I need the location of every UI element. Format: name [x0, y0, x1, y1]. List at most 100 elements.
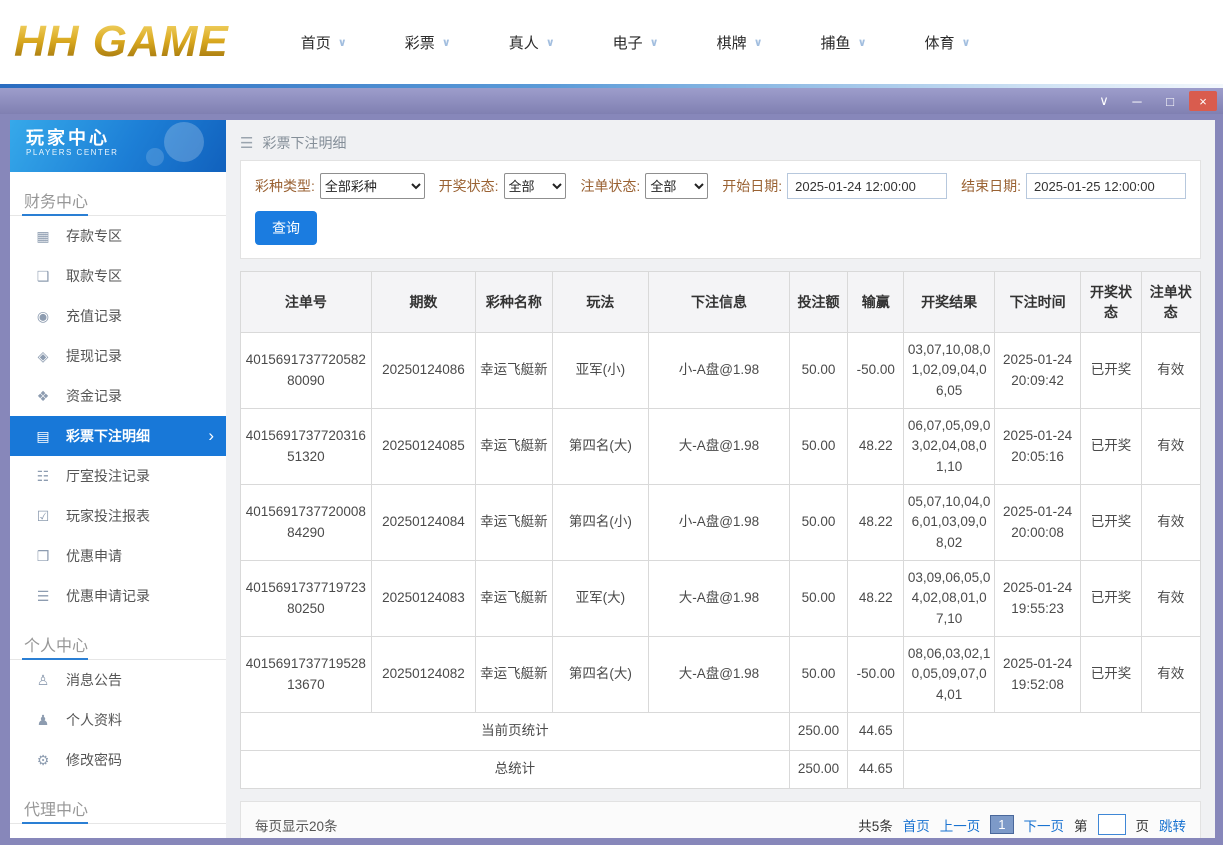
- table-footer: 每页显示20条 共5条 首页 上一页 1 下一页 第 页 跳转: [240, 801, 1201, 838]
- next-page-link[interactable]: 下一页: [1024, 815, 1065, 835]
- window-menu-button[interactable]: ∨: [1090, 91, 1118, 111]
- summary-row-total: 总统计 250.00 44.65: [240, 750, 1201, 789]
- cell-win-loss: 48.22: [847, 484, 905, 561]
- sidebar-item-withdrawal-records[interactable]: ◈ 提现记录: [10, 336, 226, 376]
- sidebar-item-label: 取款专区: [66, 268, 122, 284]
- cell-bet-time: 2025-01-24 19:55:23: [993, 560, 1082, 637]
- nav-item-label: 首页: [300, 34, 331, 52]
- nav-item-label: 体育: [924, 34, 955, 52]
- maximize-button[interactable]: □: [1156, 91, 1184, 111]
- nav-item-chess[interactable]: 棋牌 ∨: [717, 32, 763, 53]
- col-order-status: 注单状态: [1140, 271, 1202, 333]
- sidebar-item-label: 彩票下注明细: [66, 428, 150, 444]
- sidebar-item-label: 消息公告: [66, 672, 122, 688]
- hamburger-icon[interactable]: ☰: [240, 134, 253, 152]
- cell-order-id: 401569173771952813670: [240, 636, 372, 713]
- prev-page-link[interactable]: 上一页: [940, 815, 981, 835]
- nav-item-lottery[interactable]: 彩票 ∨: [405, 32, 451, 53]
- sidebar-item-label: 存款专区: [66, 228, 122, 244]
- chevron-down-icon: ∨: [753, 36, 763, 49]
- nav-item-sports[interactable]: 体育 ∨: [925, 32, 971, 53]
- site-logo[interactable]: HH GAME: [14, 17, 229, 67]
- col-period: 期数: [370, 271, 477, 333]
- first-page-link[interactable]: 首页: [903, 815, 930, 835]
- sidebar-item-recharge-records[interactable]: ◉ 充值记录: [10, 296, 226, 336]
- sidebar-item-change-password[interactable]: ⚙ 修改密码: [10, 740, 226, 780]
- chevron-down-icon: ∨: [649, 36, 659, 49]
- cell-lottery-name: 幸运飞艇新: [475, 332, 553, 409]
- summary-empty: [903, 750, 1201, 789]
- start-date-input[interactable]: [787, 173, 948, 199]
- sidebar-item-lottery-bet-details[interactable]: ▤ 彩票下注明细 ›: [10, 416, 226, 456]
- section-personal-center: 个人中心: [10, 616, 226, 660]
- sidebar-item-promo-apply[interactable]: ❒ 优惠申请: [10, 536, 226, 576]
- cell-lottery-name: 幸运飞艇新: [475, 484, 553, 561]
- cell-bet-time: 2025-01-24 20:05:16: [993, 408, 1082, 485]
- col-order-id: 注单号: [240, 271, 372, 333]
- cell-draw-status: 已开奖: [1080, 560, 1142, 637]
- cell-play: 第四名(大): [551, 636, 650, 713]
- pagination: 共5条 首页 上一页 1 下一页 第 页 跳转: [858, 814, 1186, 835]
- page-title: 彩票下注明细: [262, 135, 347, 151]
- table-row: 401569173772000884290 20250124084 幸运飞艇新 …: [240, 484, 1202, 561]
- screen: HH GAME 首页 ∨ 彩票 ∨ 真人 ∨ 电子 ∨ 棋牌 ∨ 捕鱼 ∨ 体育…: [0, 0, 1223, 845]
- decoration-circle: [146, 148, 164, 166]
- draw-status-select[interactable]: 全部: [503, 173, 567, 199]
- chevron-down-icon: ∨: [857, 36, 867, 49]
- cell-draw-result: 06,07,05,09,03,02,04,08,01,10: [903, 408, 995, 485]
- order-status-select[interactable]: 全部: [645, 173, 709, 199]
- cell-play: 亚军(小): [551, 332, 650, 409]
- nav-item-home[interactable]: 首页 ∨: [301, 32, 347, 53]
- player-bet-report-icon: ☑: [36, 507, 50, 524]
- chevron-down-icon: ∨: [545, 36, 555, 49]
- end-date-label: 结束日期:: [961, 178, 1021, 194]
- close-button[interactable]: ×: [1189, 91, 1217, 111]
- nav-item-label: 彩票: [404, 34, 435, 52]
- window-titlebar: ∨ ─ □ ×: [0, 88, 1223, 114]
- cell-bet-info: 小-A盘@1.98: [648, 484, 790, 561]
- search-button[interactable]: 查询: [255, 211, 317, 245]
- cell-draw-status: 已开奖: [1080, 332, 1142, 409]
- cell-bet-info: 大-A盘@1.98: [648, 408, 790, 485]
- summary-amount: 250.00: [788, 712, 849, 751]
- players-center-header[interactable]: 玩家中心 PLAYERS CENTER: [10, 120, 226, 172]
- sidebar-item-label: 充值记录: [66, 308, 122, 324]
- nav-item-label: 棋牌: [716, 34, 747, 52]
- sidebar-item-withdraw[interactable]: ❑ 取款专区: [10, 256, 226, 296]
- cell-bet-info: 大-A盘@1.98: [648, 636, 790, 713]
- sidebar-item-label: 提现记录: [66, 348, 122, 364]
- sidebar-item-profile[interactable]: ♟ 个人资料: [10, 700, 226, 740]
- page-number-input[interactable]: [1097, 814, 1126, 835]
- announcement-icon: ♙: [36, 671, 50, 688]
- start-date-label: 开始日期:: [722, 178, 783, 194]
- nav-item-fishing[interactable]: 捕鱼 ∨: [821, 32, 867, 53]
- nav-item-slots[interactable]: 电子 ∨: [613, 32, 659, 53]
- cell-draw-status: 已开奖: [1080, 484, 1142, 561]
- jump-link[interactable]: 跳转: [1159, 815, 1186, 835]
- sidebar-item-label: 个人资料: [66, 712, 122, 728]
- summary-win-loss: 44.65: [847, 712, 905, 751]
- main-menu: 首页 ∨ 彩票 ∨ 真人 ∨ 电子 ∨ 棋牌 ∨ 捕鱼 ∨ 体育 ∨: [301, 32, 971, 53]
- deposit-icon: ▦: [36, 227, 50, 244]
- sidebar-item-fund-records[interactable]: ❖ 资金记录: [10, 376, 226, 416]
- per-page-info: 每页显示20条: [255, 818, 338, 834]
- sidebar-item-messages[interactable]: ♙ 消息公告: [10, 660, 226, 700]
- cell-period: 20250124083: [370, 560, 477, 637]
- sidebar-item-deposit[interactable]: ▦ 存款专区: [10, 216, 226, 256]
- sidebar-item-promo-apply-records[interactable]: ☰ 优惠申请记录: [10, 576, 226, 616]
- sidebar-item-hall-bet-records[interactable]: ☷ 厅室投注记录: [10, 456, 226, 496]
- cell-win-loss: 48.22: [847, 408, 905, 485]
- filter-row: 彩种类型: 全部彩种 开奖状态: 全部 注单状态: 全部 开始日期: 结束日期:: [255, 173, 1186, 199]
- draw-status-label: 开奖状态:: [438, 178, 499, 194]
- current-page[interactable]: 1: [990, 815, 1014, 834]
- table-header-row: 注单号 期数 彩种名称 玩法 下注信息 投注额 输赢 开奖结果 下注时间 开奖状…: [240, 271, 1202, 333]
- main-content: ☰ 彩票下注明细 彩种类型: 全部彩种 开奖状态: 全部 注单状态: 全部 开始…: [226, 120, 1215, 838]
- minimize-button[interactable]: ─: [1123, 91, 1151, 111]
- nav-item-label: 捕鱼: [820, 34, 851, 52]
- sidebar-item-player-bet-report[interactable]: ☑ 玩家投注报表: [10, 496, 226, 536]
- lottery-type-select[interactable]: 全部彩种: [319, 173, 425, 199]
- nav-item-live[interactable]: 真人 ∨: [509, 32, 555, 53]
- table-row: 401569173771952813670 20250124082 幸运飞艇新 …: [240, 636, 1202, 713]
- col-amount: 投注额: [788, 271, 849, 333]
- end-date-input[interactable]: [1026, 173, 1186, 199]
